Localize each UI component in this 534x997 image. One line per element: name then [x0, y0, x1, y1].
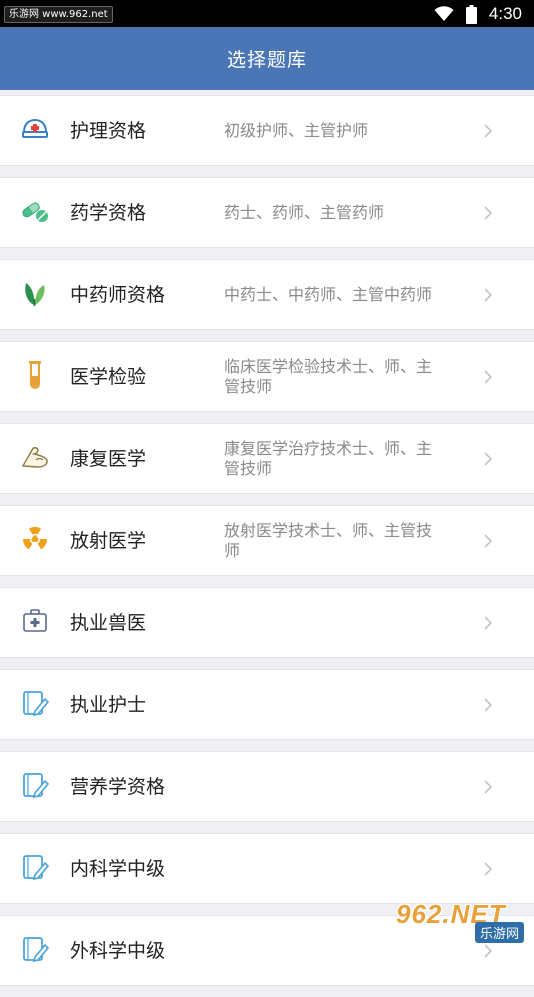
item-title: 放射医学	[70, 530, 147, 552]
medical-kit-icon	[18, 604, 52, 638]
app-bar: 选择题库	[0, 27, 534, 90]
list-item[interactable]: 内科学中级	[0, 833, 534, 904]
chevron-right-icon	[484, 370, 493, 384]
arm-muscle-icon	[18, 440, 52, 474]
chevron-right-icon	[484, 452, 493, 466]
item-title: 营养学资格	[70, 776, 166, 798]
item-subtitle: 康复医学治疗技术士、师、主管技师	[224, 439, 433, 478]
chevron-right-icon	[484, 862, 493, 876]
item-title: 执业护士	[70, 694, 147, 716]
item-title: 内科学中级	[70, 858, 166, 880]
notebook-pen-icon	[18, 686, 52, 720]
item-subtitle	[224, 588, 446, 658]
radiation-icon	[18, 522, 52, 556]
list-item[interactable]: 外科学中级	[0, 915, 534, 986]
list-item[interactable]: 营养学资格	[0, 751, 534, 822]
chevron-right-icon	[484, 288, 493, 302]
item-title: 康复医学	[70, 448, 147, 470]
list-item[interactable]: 执业护士	[0, 669, 534, 740]
chevron-right-icon	[484, 534, 493, 548]
status-watermark-text: 乐游网 www.962.net	[4, 6, 113, 23]
herb-leaf-icon	[18, 276, 52, 310]
notebook-pen-icon	[18, 932, 52, 966]
item-subtitle	[224, 834, 446, 904]
item-subtitle: 初级护师、主管护师	[224, 121, 369, 140]
list-item[interactable]: 执业兽医	[0, 587, 534, 658]
list-item[interactable]: 康复医学 康复医学治疗技术士、师、主管技师	[0, 423, 534, 494]
chevron-right-icon	[484, 944, 493, 958]
item-subtitle	[224, 916, 446, 986]
notebook-pen-icon	[18, 768, 52, 802]
list-item[interactable]: 医学检验 临床医学检验技术士、师、主管技师	[0, 341, 534, 412]
status-bar: 乐游网 www.962.net 4:30	[0, 0, 534, 27]
item-subtitle: 放射医学技术士、师、主管技师	[224, 521, 433, 560]
list-item[interactable]: 中药师资格 中药士、中药师、主管中药师	[0, 259, 534, 330]
item-title: 医学检验	[70, 366, 147, 388]
status-icons: 4:30	[434, 3, 522, 25]
item-title: 药学资格	[70, 202, 147, 224]
item-subtitle: 药士、药师、主管药师	[224, 203, 385, 222]
chevron-right-icon	[484, 698, 493, 712]
item-subtitle	[224, 752, 446, 822]
item-title: 外科学中级	[70, 940, 166, 962]
item-title: 执业兽医	[70, 612, 147, 634]
item-title: 中药师资格	[70, 284, 166, 306]
notebook-pen-icon	[18, 850, 52, 884]
status-time: 4:30	[488, 4, 522, 23]
item-subtitle: 临床医学检验技术士、师、主管技师	[224, 357, 433, 396]
item-subtitle: 中药士、中药师、主管中药师	[224, 285, 433, 304]
item-title: 护理资格	[70, 120, 147, 142]
nurse-cap-icon	[18, 112, 52, 146]
list-item[interactable]: 药学资格 药士、药师、主管药师	[0, 177, 534, 248]
chevron-right-icon	[484, 206, 493, 220]
item-subtitle	[224, 670, 446, 740]
chevron-right-icon	[484, 124, 493, 138]
question-bank-list: 护理资格 初级护师、主管护师 药学资格 药士、药师、主管药师 中药师资格 中药士…	[0, 95, 534, 997]
page-title: 选择题库	[226, 49, 307, 71]
list-item[interactable]: 放射医学 放射医学技术士、师、主管技师	[0, 505, 534, 576]
pill-icon	[18, 194, 52, 228]
chevron-right-icon	[484, 780, 493, 794]
wifi-icon	[434, 6, 454, 22]
battery-icon	[465, 4, 477, 24]
chevron-right-icon	[484, 616, 493, 630]
test-tube-icon	[18, 358, 52, 392]
list-item[interactable]: 护理资格 初级护师、主管护师	[0, 95, 534, 166]
